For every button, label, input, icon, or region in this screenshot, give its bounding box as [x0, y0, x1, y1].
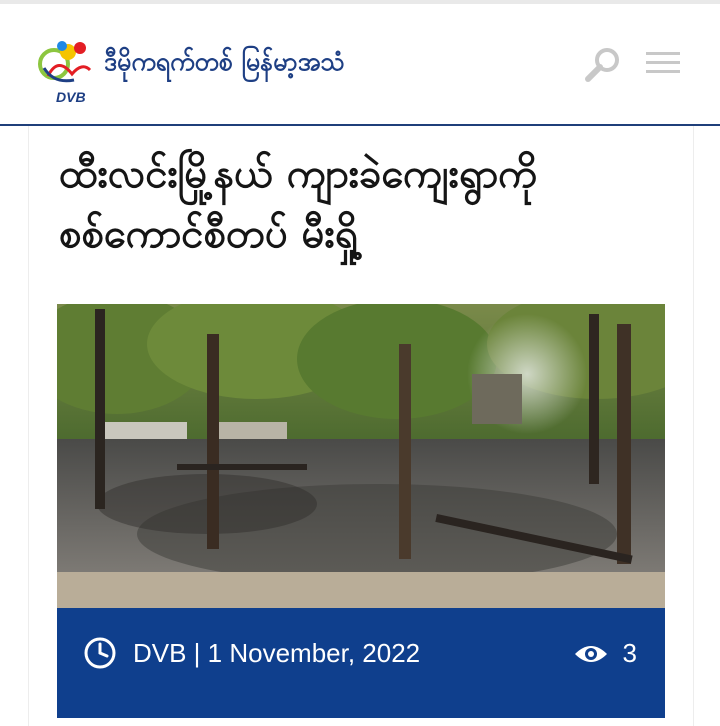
brand-name[interactable]: ဒီမိုကရက်တစ် မြန်မာ့အသံ: [104, 46, 345, 83]
view-count: 3: [573, 638, 637, 669]
svg-text:DVB: DVB: [56, 89, 86, 105]
eye-icon: [574, 645, 607, 662]
article-photo[interactable]: [57, 304, 665, 608]
clock-icon: [84, 637, 116, 669]
hamburger-menu-icon: [646, 52, 680, 73]
search-button[interactable]: [584, 44, 624, 84]
search-icon: [585, 48, 619, 82]
article-card: ထီးလင်းမြို့နယ် ကျားခဲကျေးရွာကို စစ်ကောင…: [28, 126, 694, 726]
dvb-logo[interactable]: DVB: [34, 34, 104, 106]
burned-village-photo: [57, 304, 665, 608]
view-count-value: 3: [622, 638, 637, 668]
menu-button[interactable]: [644, 48, 684, 78]
article-title-line-2: စစ်ကောင်စီတပ် မီးရှို့: [59, 211, 358, 257]
article-title: ထီးလင်းမြို့နယ် ကျားခဲကျေးရွာကို စစ်ကောင…: [59, 144, 669, 264]
article-title-line-1: ထီးလင်းမြို့နယ် ကျားခဲကျေးရွာကို: [59, 151, 538, 197]
author-date-text: DVB | 1 November, 2022: [133, 638, 421, 668]
site-header: DVB ဒီမိုကရက်တစ် မြန်မာ့အသံ: [0, 4, 720, 126]
article-meta-bar: DVB | 1 November, 2022 3: [57, 608, 665, 718]
